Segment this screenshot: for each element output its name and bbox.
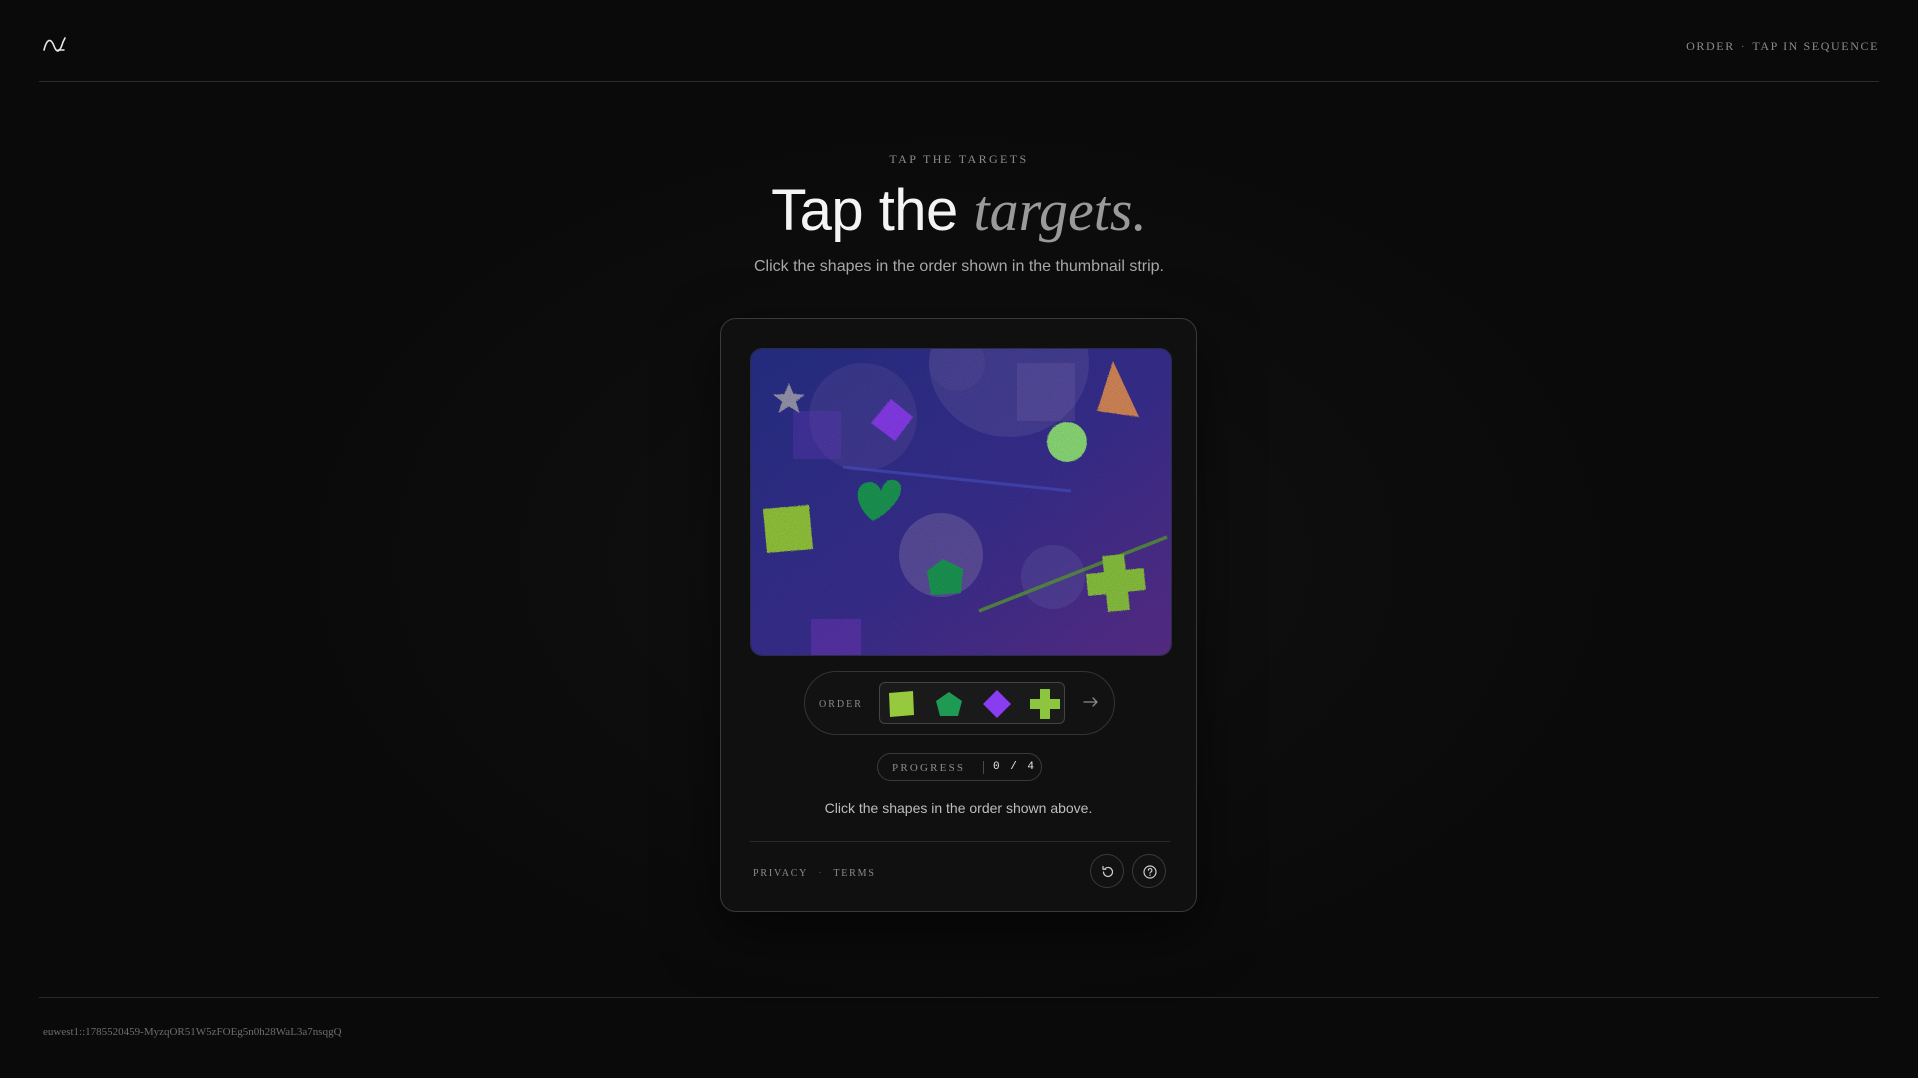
- card-footer-links: PRIVACY · TERMS: [753, 868, 876, 879]
- terms-link[interactable]: TERMS: [833, 868, 875, 879]
- thumb-pentagon-icon: [936, 692, 962, 716]
- progress-indicator: PROGRESS 0 / 4: [877, 753, 1042, 781]
- footer-divider: [39, 997, 1879, 998]
- eyebrow: TAP THE TARGETS: [889, 152, 1029, 166]
- wave-logo-icon[interactable]: [42, 34, 68, 54]
- thumb-square-icon: [889, 691, 914, 717]
- progress-divider: [983, 761, 984, 774]
- header-mode-label: ORDER · TAP IN SEQUENCE: [1686, 39, 1879, 54]
- page-title: Tap the targets.: [0, 176, 1918, 246]
- link-separator: ·: [818, 868, 824, 879]
- header-mode-detail: TAP IN SEQUENCE: [1752, 39, 1879, 53]
- canvas-grain: [751, 349, 1171, 655]
- top-header: ORDER · TAP IN SEQUENCE: [39, 0, 1879, 82]
- header-mode: ORDER: [1686, 39, 1735, 53]
- title-emphasis: targets.: [973, 178, 1147, 243]
- thumb-cross-icon: [1030, 689, 1060, 719]
- session-id: euwest1::1785520459-MyzqOR51W5zFOEg5n0h2…: [43, 1026, 342, 1038]
- help-button[interactable]: [1132, 854, 1166, 888]
- page-subtitle: Click the shapes in the order shown in t…: [754, 258, 1164, 275]
- challenge-canvas[interactable]: [750, 348, 1172, 656]
- refresh-button[interactable]: [1090, 854, 1124, 888]
- help-circle-icon: [1143, 865, 1157, 879]
- thumbnail-strip: [879, 682, 1065, 724]
- privacy-link[interactable]: PRIVACY: [753, 868, 808, 879]
- title-plain: Tap the: [771, 178, 958, 243]
- progress-value: 0 / 4: [993, 761, 1036, 773]
- order-label: ORDER: [819, 699, 863, 710]
- challenge-card: ORDER PROGRESS 0 / 4 Click the shapes in…: [720, 318, 1197, 912]
- order-strip: ORDER: [804, 671, 1115, 735]
- refresh-icon: [1102, 865, 1114, 878]
- progress-label: PROGRESS: [892, 762, 966, 774]
- instruction-text: Click the shapes in the order shown abov…: [824, 800, 1093, 816]
- header-separator: ·: [1740, 39, 1747, 53]
- arrow-right-icon: [1083, 697, 1098, 707]
- thumb-diamond-icon: [983, 690, 1011, 718]
- card-divider: [750, 841, 1170, 842]
